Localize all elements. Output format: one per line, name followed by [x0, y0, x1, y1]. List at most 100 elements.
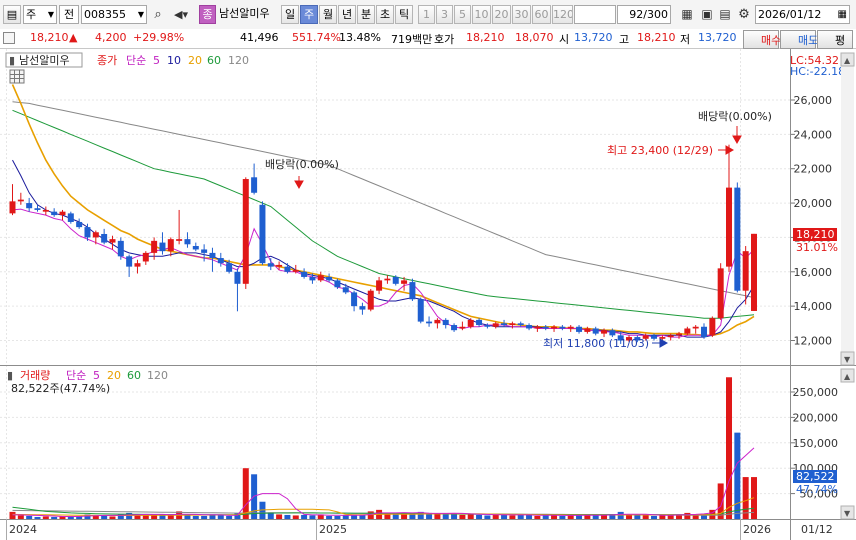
candle-body — [584, 328, 591, 332]
candle-body — [151, 240, 158, 253]
price-tag-pct: 31.01% — [796, 241, 838, 254]
minute-tab-10[interactable]: 10 — [472, 5, 491, 24]
volume-bar — [242, 468, 249, 519]
candle-body — [542, 326, 549, 329]
candle-body — [467, 319, 474, 327]
sell-label: 매도 — [798, 34, 819, 47]
x-label-2024: 2024 — [9, 523, 37, 536]
eval-button[interactable]: 평 — [817, 30, 853, 49]
price-tick-label: 16,000 — [794, 266, 833, 279]
minute-tab-1[interactable]: 1 — [418, 5, 435, 24]
sound-icon[interactable]: ◀▾ — [168, 4, 194, 25]
minute-tab-30[interactable]: 30 — [512, 5, 531, 24]
quote-checkbox[interactable] — [3, 32, 15, 44]
volume-bar — [584, 515, 591, 519]
minute-tab-3[interactable]: 3 — [436, 5, 453, 24]
date-value: 2026/01/12 — [758, 8, 822, 21]
save-icon[interactable]: ▤ — [717, 4, 733, 25]
period-tab-5[interactable]: 초 — [376, 5, 394, 24]
hc-readout: HC:-22.18 — [790, 65, 845, 78]
candle-body — [576, 326, 583, 332]
candle-body — [67, 213, 74, 222]
layout-icon[interactable]: ▤ — [3, 5, 21, 24]
candle-body — [26, 203, 33, 209]
candle — [734, 182, 741, 293]
scroll-down-icon: ▼ — [844, 355, 851, 364]
count-input[interactable]: 92/300 — [617, 5, 671, 24]
candle-body — [684, 328, 691, 334]
scrollbar-track[interactable] — [841, 53, 854, 365]
buy-button[interactable]: 매수 — [743, 30, 782, 49]
volume-bar — [634, 514, 641, 519]
legend-ma-label: 단순 — [126, 54, 146, 67]
high-annotation: 최고 23,400 (12/29) — [607, 144, 713, 157]
image-icon[interactable]: ▣ — [699, 4, 715, 25]
candle-body — [601, 330, 608, 334]
volume-bar — [42, 516, 49, 519]
candle — [417, 297, 424, 324]
period-tab-3[interactable]: 년 — [338, 5, 356, 24]
volume-bar — [334, 515, 341, 519]
candle-body — [276, 264, 283, 267]
candle-body — [201, 249, 208, 253]
candle-body — [709, 318, 716, 336]
search-icon[interactable]: ⌕ — [150, 4, 166, 25]
candle-body — [651, 335, 658, 339]
vol-scroll-down-icon: ▼ — [844, 509, 851, 518]
volume-legend-name: 거래량 — [20, 369, 50, 382]
legend-lock-icon: ▮ — [9, 54, 15, 67]
candle-body — [692, 326, 699, 329]
stock-code-value: 008355 — [84, 8, 126, 21]
period-tab-1[interactable]: 주 — [300, 5, 318, 24]
view-select[interactable]: 전 — [59, 5, 79, 24]
candle-body — [301, 271, 308, 277]
vol-scroll-up-icon: ▲ — [844, 372, 851, 381]
stock-badge: 종 — [199, 5, 216, 24]
candle-body — [384, 278, 391, 281]
candle-body — [242, 179, 249, 284]
table-icon[interactable] — [9, 69, 25, 84]
toolbar: ▤ 주 ▼ 전 008355 ▼ ⌕ ◀▾ 종 남선알미우 일주월년분초틱 1351… — [0, 0, 856, 30]
date-input[interactable]: 2026/01/12 ▦ — [755, 5, 850, 24]
candle-body — [367, 290, 374, 310]
period-tab-2[interactable]: 월 — [319, 5, 337, 24]
period-tab-6[interactable]: 틱 — [395, 5, 413, 24]
minute-tab-5[interactable]: 5 — [454, 5, 471, 24]
ask-price: 18,210 — [466, 31, 505, 44]
sell-button[interactable]: 매도 — [780, 30, 819, 49]
volume-bar — [192, 515, 199, 519]
period-tab-4[interactable]: 분 — [357, 5, 375, 24]
stock-chart[interactable]: 12,00014,00016,00018,00020,00022,00024,0… — [0, 49, 856, 540]
candle — [67, 211, 74, 224]
count-value: 92 — [629, 8, 644, 21]
legend-ma20: 20 — [188, 54, 202, 67]
grid-tools-icon[interactable]: ▦ — [676, 4, 698, 25]
bid-price: 18,070 — [515, 31, 554, 44]
minute-tab-20[interactable]: 20 — [492, 5, 511, 24]
candle-body — [184, 239, 191, 245]
market-select[interactable]: 주 ▼ — [23, 5, 57, 24]
volume-bar — [609, 514, 616, 519]
volume-bar — [501, 514, 508, 519]
calendar-icon[interactable]: ▦ — [838, 6, 847, 23]
interval-input[interactable] — [574, 5, 616, 24]
minute-tab-60[interactable]: 60 — [532, 5, 551, 24]
volume-bar — [226, 515, 233, 519]
change: 4,200 — [95, 31, 127, 44]
volume-bar — [109, 516, 116, 519]
gear-icon[interactable]: ⚙ — [736, 4, 752, 25]
candle-body — [109, 239, 116, 243]
volume-pane — [0, 367, 790, 519]
minute-tab-120[interactable]: 120 — [552, 5, 573, 24]
candle-body — [51, 211, 58, 216]
candle-body — [134, 263, 141, 267]
candle-body — [509, 323, 516, 326]
volume: 41,496 — [240, 31, 279, 44]
volume-tick-label: 250,000 — [793, 386, 839, 399]
volume-bar — [726, 377, 733, 519]
x-label-last-date: 01/12 — [801, 523, 833, 536]
candle-body — [84, 227, 91, 238]
buy-label: 매수 — [761, 34, 782, 47]
period-tab-0[interactable]: 일 — [281, 5, 299, 24]
stock-code-input[interactable]: 008355 ▼ — [81, 5, 147, 24]
